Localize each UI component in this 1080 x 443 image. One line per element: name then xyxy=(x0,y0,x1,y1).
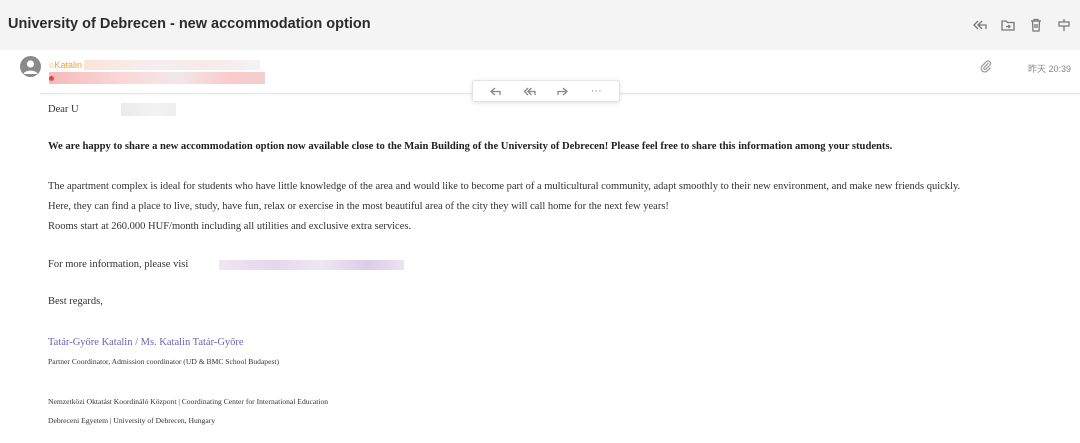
signature-university: Debreceni Egyetem | University of Debrec… xyxy=(48,416,216,425)
delete-icon[interactable] xyxy=(1024,13,1048,37)
reply-icon[interactable] xyxy=(485,82,507,100)
pin-icon[interactable] xyxy=(1052,13,1076,37)
more-options-button[interactable]: ··· xyxy=(585,82,607,100)
signature-center: Nemzetközi Oktatást Koordináló Központ |… xyxy=(48,397,329,406)
move-folder-icon[interactable] xyxy=(996,13,1020,37)
sender-avatar[interactable] xyxy=(20,56,41,77)
more-info-line: For more information, please visi xyxy=(48,259,189,270)
redacted-sender-address xyxy=(49,72,265,84)
redacted-recipient xyxy=(121,103,176,116)
redacted-link[interactable] xyxy=(219,260,404,270)
email-actions xyxy=(968,13,1080,37)
closing: Best regards, xyxy=(48,296,103,307)
sent-time: 昨天 20:39 xyxy=(1028,64,1072,74)
sender-status-dot xyxy=(49,76,54,81)
body-line-3: Rooms start at 260.000 HUF/month includi… xyxy=(48,221,412,232)
email-subject: University of Debrecen - new accommodati… xyxy=(8,16,371,32)
signature-name[interactable]: Tatár-Győre Katalin / Ms. Katalin Tatár-… xyxy=(48,336,244,349)
signature-role: Partner Coordinator, Admission coordinat… xyxy=(48,357,280,366)
floating-reply-toolbar: ··· xyxy=(472,80,620,102)
body-line-1: The apartment complex is ideal for stude… xyxy=(48,181,961,192)
forward-icon[interactable] xyxy=(552,82,574,100)
reply-all-icon[interactable] xyxy=(968,13,992,37)
subject-bar: University of Debrecen - new accommodati… xyxy=(0,0,1080,50)
body-line-2: Here, they can find a place to live, stu… xyxy=(48,201,669,212)
redacted-sender-name xyxy=(84,60,260,70)
greeting: Dear U xyxy=(48,104,79,115)
reply-all-icon[interactable] xyxy=(518,82,540,100)
intro-paragraph: We are happy to share a new accommodatio… xyxy=(48,141,893,152)
attachment-icon[interactable] xyxy=(979,59,993,73)
